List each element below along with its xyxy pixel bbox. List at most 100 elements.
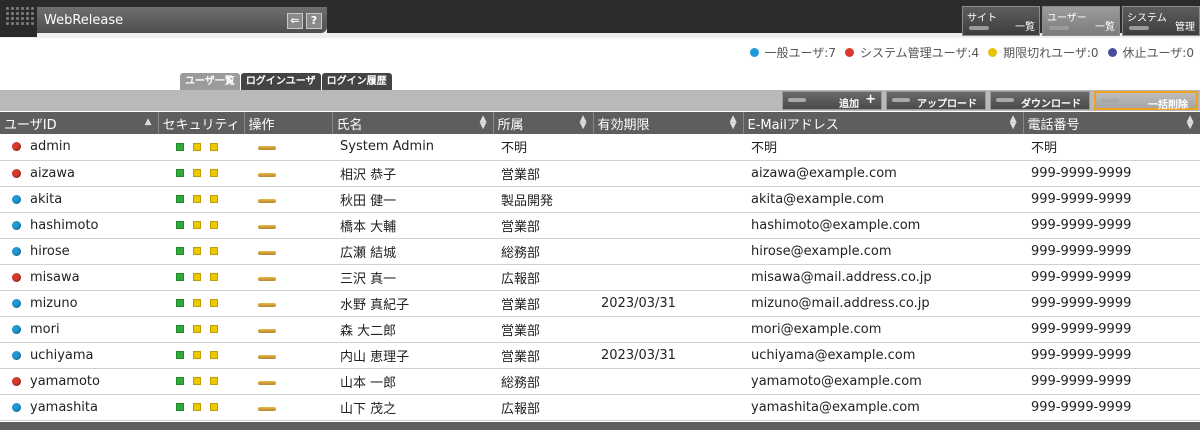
action-button-0[interactable]: 追加 + bbox=[782, 91, 882, 110]
user-id-text[interactable]: yamashita bbox=[30, 400, 98, 415]
security-square-icon[interactable] bbox=[210, 403, 218, 411]
edit-icon[interactable] bbox=[258, 224, 276, 229]
app-title: WebRelease bbox=[44, 13, 124, 28]
table-row[interactable]: mori 森 大二郎 営業部 mori@example.com 999-9999-999… bbox=[0, 316, 1200, 343]
column-header[interactable]: E-Mailアドレス ▲ ▼ bbox=[743, 112, 1024, 134]
security-square-icon[interactable] bbox=[176, 351, 184, 359]
edit-icon[interactable] bbox=[258, 198, 276, 203]
table-row[interactable]: admin System Admin 不明 不明 不明 bbox=[0, 134, 1200, 161]
security-square-icon[interactable] bbox=[193, 142, 201, 151]
security-square-icon[interactable] bbox=[176, 195, 184, 203]
edit-icon[interactable] bbox=[258, 250, 276, 255]
column-header[interactable]: 有効期限 ▲ ▼ bbox=[593, 112, 744, 134]
user-id-text[interactable]: yamamoto bbox=[30, 374, 100, 389]
sort-icon[interactable]: ▲ ▼ bbox=[580, 115, 587, 131]
security-square-icon[interactable] bbox=[210, 247, 218, 255]
security-square-icon[interactable] bbox=[193, 195, 201, 203]
user-id-text[interactable]: admin bbox=[30, 139, 71, 154]
tab-0[interactable]: ユーザ一覧 bbox=[180, 73, 240, 90]
security-square-icon[interactable] bbox=[210, 299, 218, 307]
logo-dot bbox=[21, 12, 24, 15]
security-square-icon[interactable] bbox=[176, 142, 184, 151]
column-header[interactable]: 所属 ▲ ▼ bbox=[493, 112, 594, 134]
edit-icon[interactable] bbox=[258, 328, 276, 333]
table-row[interactable]: hashimoto 橋本 大輔 営業部 hashimoto@example.com 99… bbox=[0, 212, 1200, 239]
menu-button-0[interactable]: サイト 一覧 bbox=[962, 6, 1040, 36]
table-row[interactable]: hirose 広瀬 結城 総務部 hirose@example.com 999-9999… bbox=[0, 238, 1200, 265]
edit-icon[interactable] bbox=[258, 380, 276, 385]
user-id-wrap: hirose bbox=[8, 244, 158, 259]
security-square-icon[interactable] bbox=[193, 247, 201, 255]
edit-icon[interactable] bbox=[258, 406, 276, 411]
table-row[interactable]: akita 秋田 健一 製品開発 akita@example.com 999-9999-… bbox=[0, 186, 1200, 213]
cell-expiry bbox=[593, 368, 743, 395]
back-icon[interactable]: ⇐ bbox=[287, 13, 303, 29]
column-header[interactable]: 氏名 ▲ ▼ bbox=[332, 112, 494, 134]
security-square-icon[interactable] bbox=[176, 273, 184, 281]
security-square-icon[interactable] bbox=[210, 325, 218, 333]
security-square-icon[interactable] bbox=[210, 142, 218, 151]
sort-icon[interactable]: ▲ ▼ bbox=[1010, 115, 1017, 131]
menu-button-1[interactable]: ユーザー 一覧 bbox=[1042, 6, 1120, 36]
tab-2[interactable]: ログイン履歴 bbox=[321, 73, 392, 90]
column-header[interactable]: 電話番号 ▲ ▼ bbox=[1023, 112, 1200, 134]
sort-icon[interactable]: ▲ ▼ bbox=[1187, 115, 1194, 131]
security-square-icon[interactable] bbox=[176, 325, 184, 333]
security-square-icon[interactable] bbox=[176, 247, 184, 255]
security-square-icon[interactable] bbox=[193, 169, 201, 177]
edit-icon[interactable] bbox=[258, 172, 276, 177]
table-row[interactable]: mizuno 水野 真紀子 営業部 2023/03/31 mizuno@mail.add… bbox=[0, 290, 1200, 317]
column-header[interactable]: ユーザID ▲ bbox=[0, 112, 159, 134]
tab-1[interactable]: ログインユーザ bbox=[240, 73, 321, 90]
user-id-text[interactable]: aizawa bbox=[30, 166, 75, 181]
column-header[interactable]: 操作 bbox=[244, 112, 333, 134]
security-square-icon[interactable] bbox=[176, 169, 184, 177]
user-id-text[interactable]: mori bbox=[30, 322, 60, 337]
user-id-text[interactable]: akita bbox=[30, 192, 62, 207]
sort-icon[interactable]: ▲ bbox=[145, 118, 152, 127]
security-square-icon[interactable] bbox=[210, 221, 218, 229]
security-square-icon[interactable] bbox=[193, 221, 201, 229]
security-square-icon[interactable] bbox=[176, 377, 184, 385]
user-id-text[interactable]: hirose bbox=[30, 244, 70, 259]
security-square-icon[interactable] bbox=[176, 221, 184, 229]
security-square-icon[interactable] bbox=[193, 377, 201, 385]
security-square-icon[interactable] bbox=[193, 403, 201, 411]
security-square-icon[interactable] bbox=[193, 351, 201, 359]
table-row[interactable]: aizawa 相沢 恭子 営業部 aizawa@example.com 999-9999… bbox=[0, 160, 1200, 187]
sort-icon[interactable]: ▲ ▼ bbox=[480, 115, 487, 131]
security-square-icon[interactable] bbox=[176, 299, 184, 307]
security-square-icon[interactable] bbox=[193, 325, 201, 333]
cell-expiry bbox=[593, 212, 743, 239]
action-button-2[interactable]: ダウンロード bbox=[990, 91, 1090, 110]
security-square-icon[interactable] bbox=[193, 273, 201, 281]
user-id-text[interactable]: uchiyama bbox=[30, 348, 94, 363]
table-row[interactable]: yamashita 山下 茂之 広報部 yamashita@example.com 99… bbox=[0, 394, 1200, 421]
edit-icon[interactable] bbox=[258, 146, 276, 151]
column-header[interactable]: セキュリティ bbox=[158, 112, 245, 134]
action-button-1[interactable]: アップロード bbox=[886, 91, 986, 110]
security-square-icon[interactable] bbox=[193, 299, 201, 307]
logo-icon[interactable] bbox=[0, 0, 37, 37]
table-row[interactable]: uchiyama 内山 恵理子 営業部 2023/03/31 uchiyama@exam… bbox=[0, 342, 1200, 369]
action-button-3[interactable]: 一括削除 bbox=[1094, 91, 1198, 111]
edit-icon[interactable] bbox=[258, 302, 276, 307]
security-square-icon[interactable] bbox=[210, 377, 218, 385]
user-id-text[interactable]: hashimoto bbox=[30, 218, 99, 233]
table-row[interactable]: yamamoto 山本 一郎 総務部 yamamoto@example.com 999-… bbox=[0, 368, 1200, 395]
user-id-text[interactable]: misawa bbox=[30, 270, 80, 285]
menu-button-2[interactable]: システム 管理 bbox=[1122, 6, 1200, 36]
help-icon[interactable]: ? bbox=[306, 13, 322, 29]
sort-icon[interactable]: ▲ ▼ bbox=[730, 115, 737, 131]
logo-dot bbox=[31, 12, 34, 15]
security-square-icon[interactable] bbox=[210, 169, 218, 177]
table-row[interactable]: misawa 三沢 真一 広報部 misawa@mail.address.co.jp 9… bbox=[0, 264, 1200, 291]
cell-name: 山下 茂之 bbox=[332, 394, 493, 421]
user-id-text[interactable]: mizuno bbox=[30, 296, 78, 311]
edit-icon[interactable] bbox=[258, 354, 276, 359]
security-square-icon[interactable] bbox=[210, 273, 218, 281]
security-square-icon[interactable] bbox=[210, 351, 218, 359]
security-square-icon[interactable] bbox=[176, 403, 184, 411]
edit-icon[interactable] bbox=[258, 276, 276, 281]
security-square-icon[interactable] bbox=[210, 195, 218, 203]
